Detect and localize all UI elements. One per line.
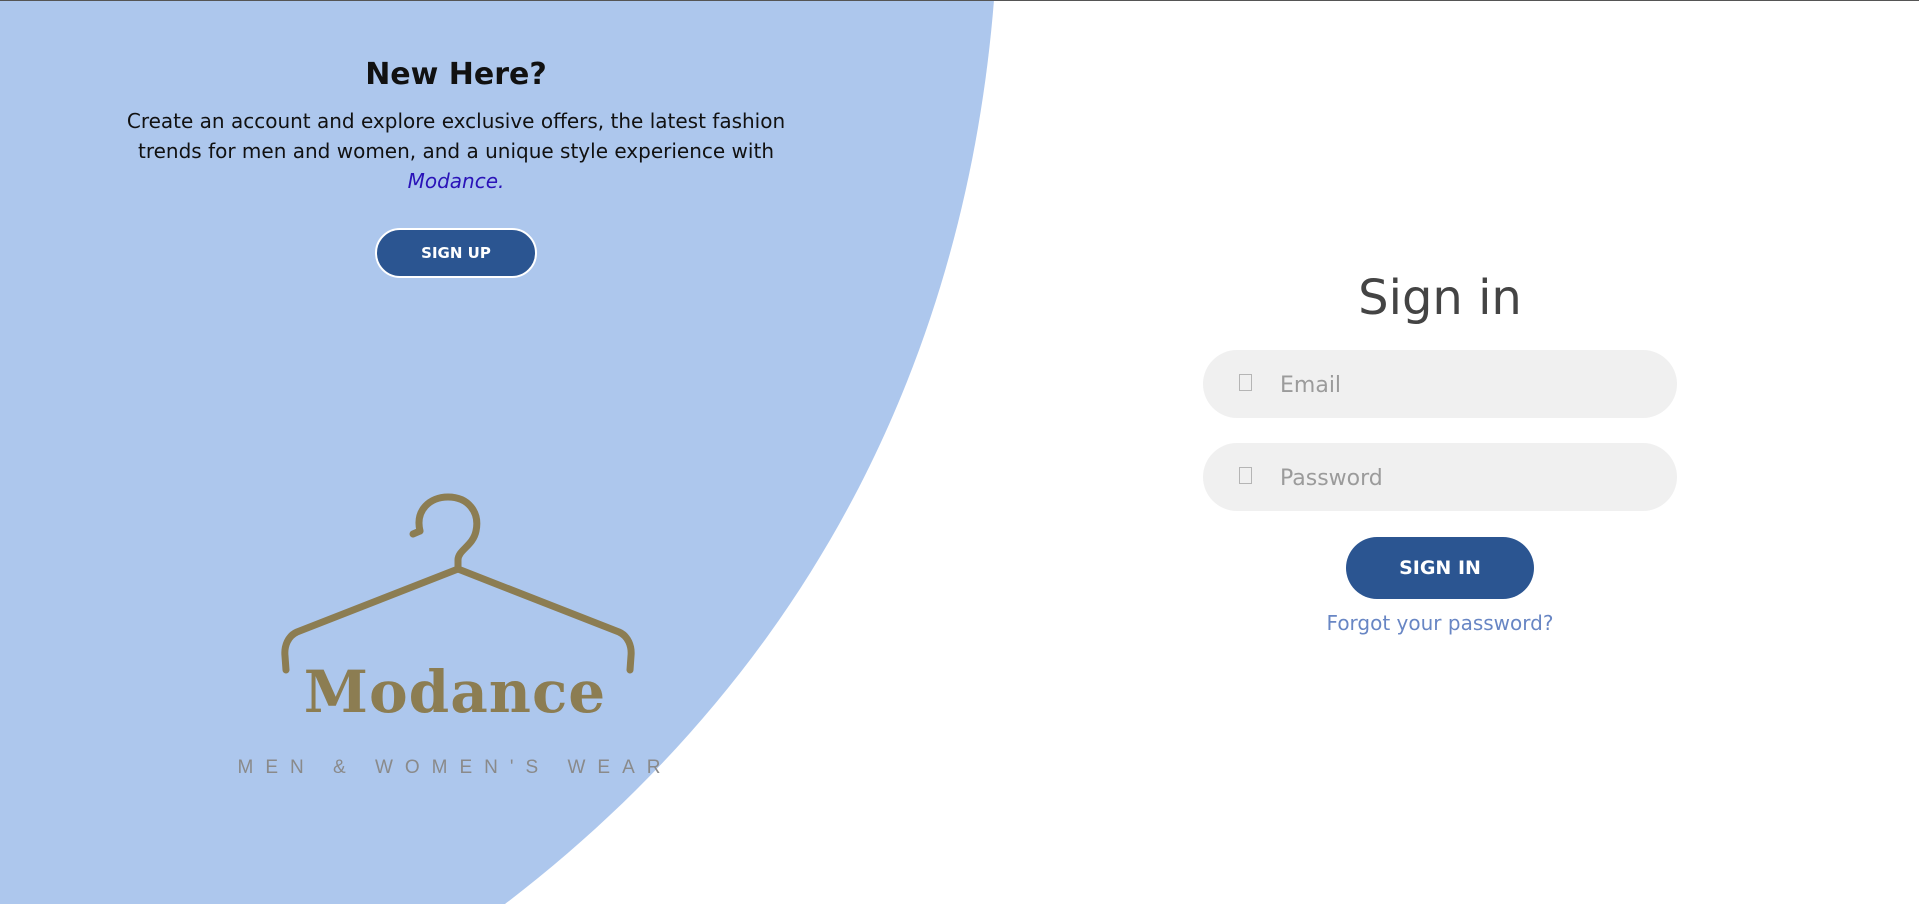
email-field[interactable] (1203, 350, 1677, 420)
sign-in-button[interactable]: SIGN IN (1346, 537, 1534, 599)
logo-tagline: MEN & WOMEN'S WEAR (237, 757, 673, 778)
signup-panel: New Here? Create an account and explore … (0, 0, 912, 278)
password-field[interactable] (1203, 443, 1677, 513)
user-icon (1239, 374, 1252, 391)
sign-in-title: Sign in (1358, 270, 1522, 326)
sign-in-form: Sign in SIGN IN Forgot your password? (1203, 268, 1677, 635)
panel-description: Create an account and explore exclusive … (116, 106, 796, 196)
top-border (0, 0, 1919, 1)
forgot-password-link[interactable]: Forgot your password? (1203, 611, 1677, 635)
lock-icon (1239, 467, 1252, 484)
password-input[interactable] (1278, 443, 1652, 513)
panel-description-text: Create an account and explore exclusive … (126, 109, 786, 163)
brand-link[interactable]: Modance. (408, 169, 505, 193)
panel-title: New Here? (365, 57, 547, 92)
sign-up-button[interactable]: SIGN UP (375, 228, 537, 278)
hanger-icon (281, 493, 635, 674)
brand-logo: Modance MEN & WOMEN'S WEAR (230, 480, 680, 800)
logo-name: Modance (303, 658, 607, 726)
email-input[interactable] (1278, 350, 1652, 420)
